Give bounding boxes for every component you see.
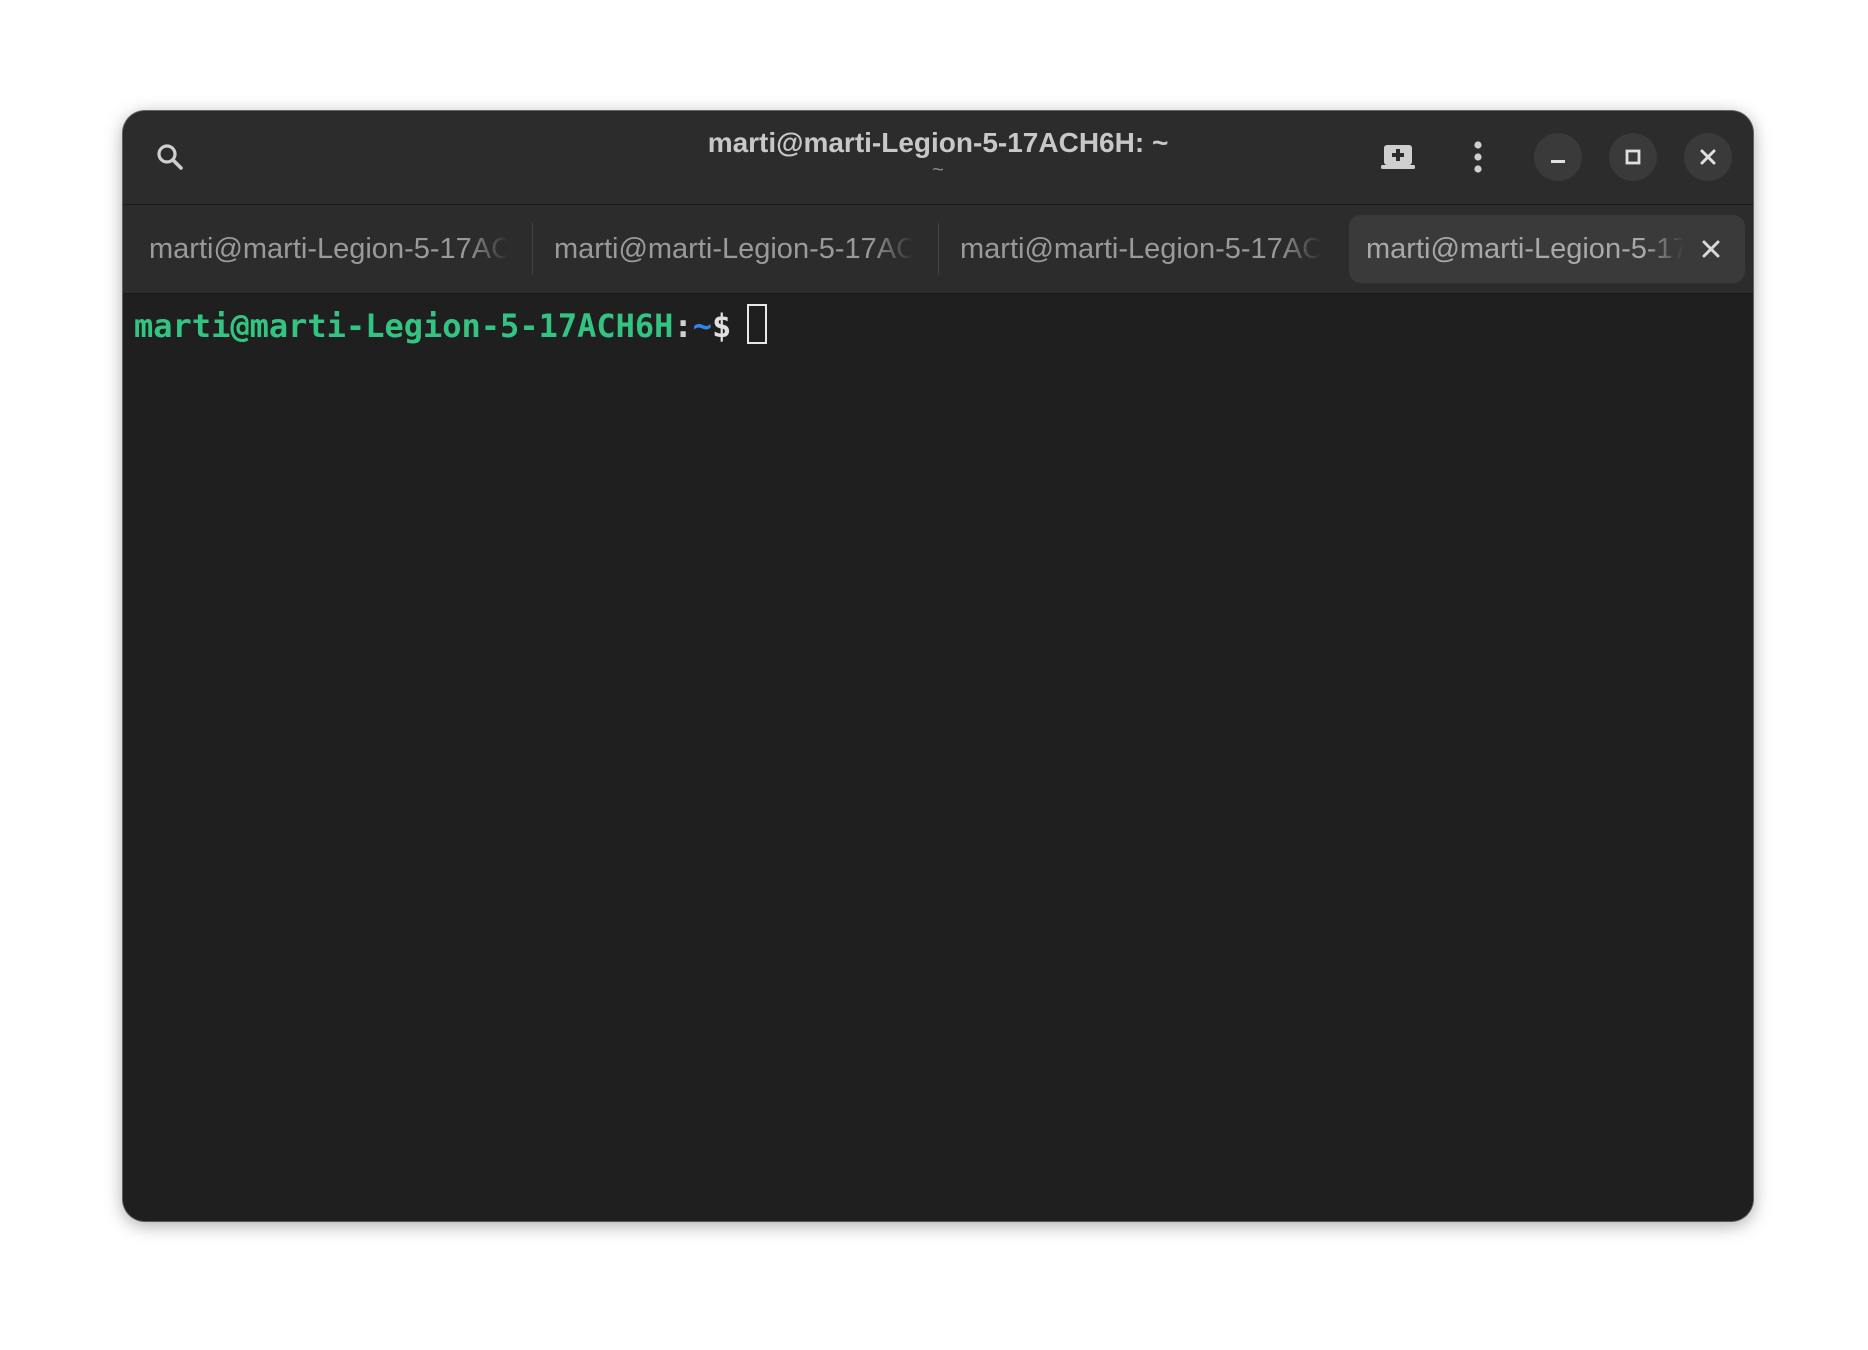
tab-label: marti@marti-Legion-5-17ACH6H: ~	[960, 232, 1322, 265]
close-icon	[1700, 149, 1716, 165]
prompt-path: ~	[692, 307, 712, 345]
kebab-menu-icon	[1474, 141, 1482, 173]
tab-4-active[interactable]: marti@marti-Legion-5-17ACH6H: ~	[1349, 215, 1745, 283]
window-title: marti@marti-Legion-5-17ACH6H: ~	[707, 127, 1169, 158]
tab-close-button[interactable]	[1691, 229, 1731, 269]
tab-bar: marti@marti-Legion-5-17ACH6H: ~ marti@ma…	[123, 205, 1753, 294]
prompt-symbol: $	[711, 307, 732, 345]
close-icon	[1702, 240, 1720, 258]
minimize-icon	[1551, 160, 1565, 163]
search-button[interactable]	[145, 132, 195, 182]
prompt-user-host: marti@marti-Legion-5-17ACH6H	[134, 307, 674, 345]
main-menu-button[interactable]	[1453, 132, 1503, 182]
tab-label: marti@marti-Legion-5-17ACH6H: ~	[149, 232, 509, 265]
window-subtitle: ~	[932, 159, 944, 181]
tab-label: marti@marti-Legion-5-17ACH6H: ~	[1366, 232, 1684, 265]
text-cursor	[747, 304, 768, 344]
prompt-separator: :	[673, 307, 693, 345]
prompt-line: marti@marti-Legion-5-17ACH6H:~$	[134, 304, 768, 348]
tab-separator	[938, 223, 939, 275]
search-icon	[157, 144, 183, 170]
close-window-button[interactable]	[1684, 133, 1732, 181]
terminal-area[interactable]: marti@marti-Legion-5-17ACH6H:~$	[123, 294, 1753, 1221]
terminal-window: marti@marti-Legion-5-17ACH6H: ~ ~ marti@…	[123, 111, 1753, 1221]
maximize-icon	[1625, 149, 1641, 165]
minimize-button[interactable]	[1534, 133, 1582, 181]
maximize-button[interactable]	[1609, 133, 1657, 181]
new-tab-icon	[1381, 145, 1415, 169]
tab-label: marti@marti-Legion-5-17ACH6H: ~	[554, 232, 914, 265]
header-bar: marti@marti-Legion-5-17ACH6H: ~ ~	[123, 111, 1753, 205]
title-block: marti@marti-Legion-5-17ACH6H: ~ ~	[523, 125, 1353, 181]
new-tab-button[interactable]	[1373, 132, 1423, 182]
tab-separator	[532, 223, 533, 275]
